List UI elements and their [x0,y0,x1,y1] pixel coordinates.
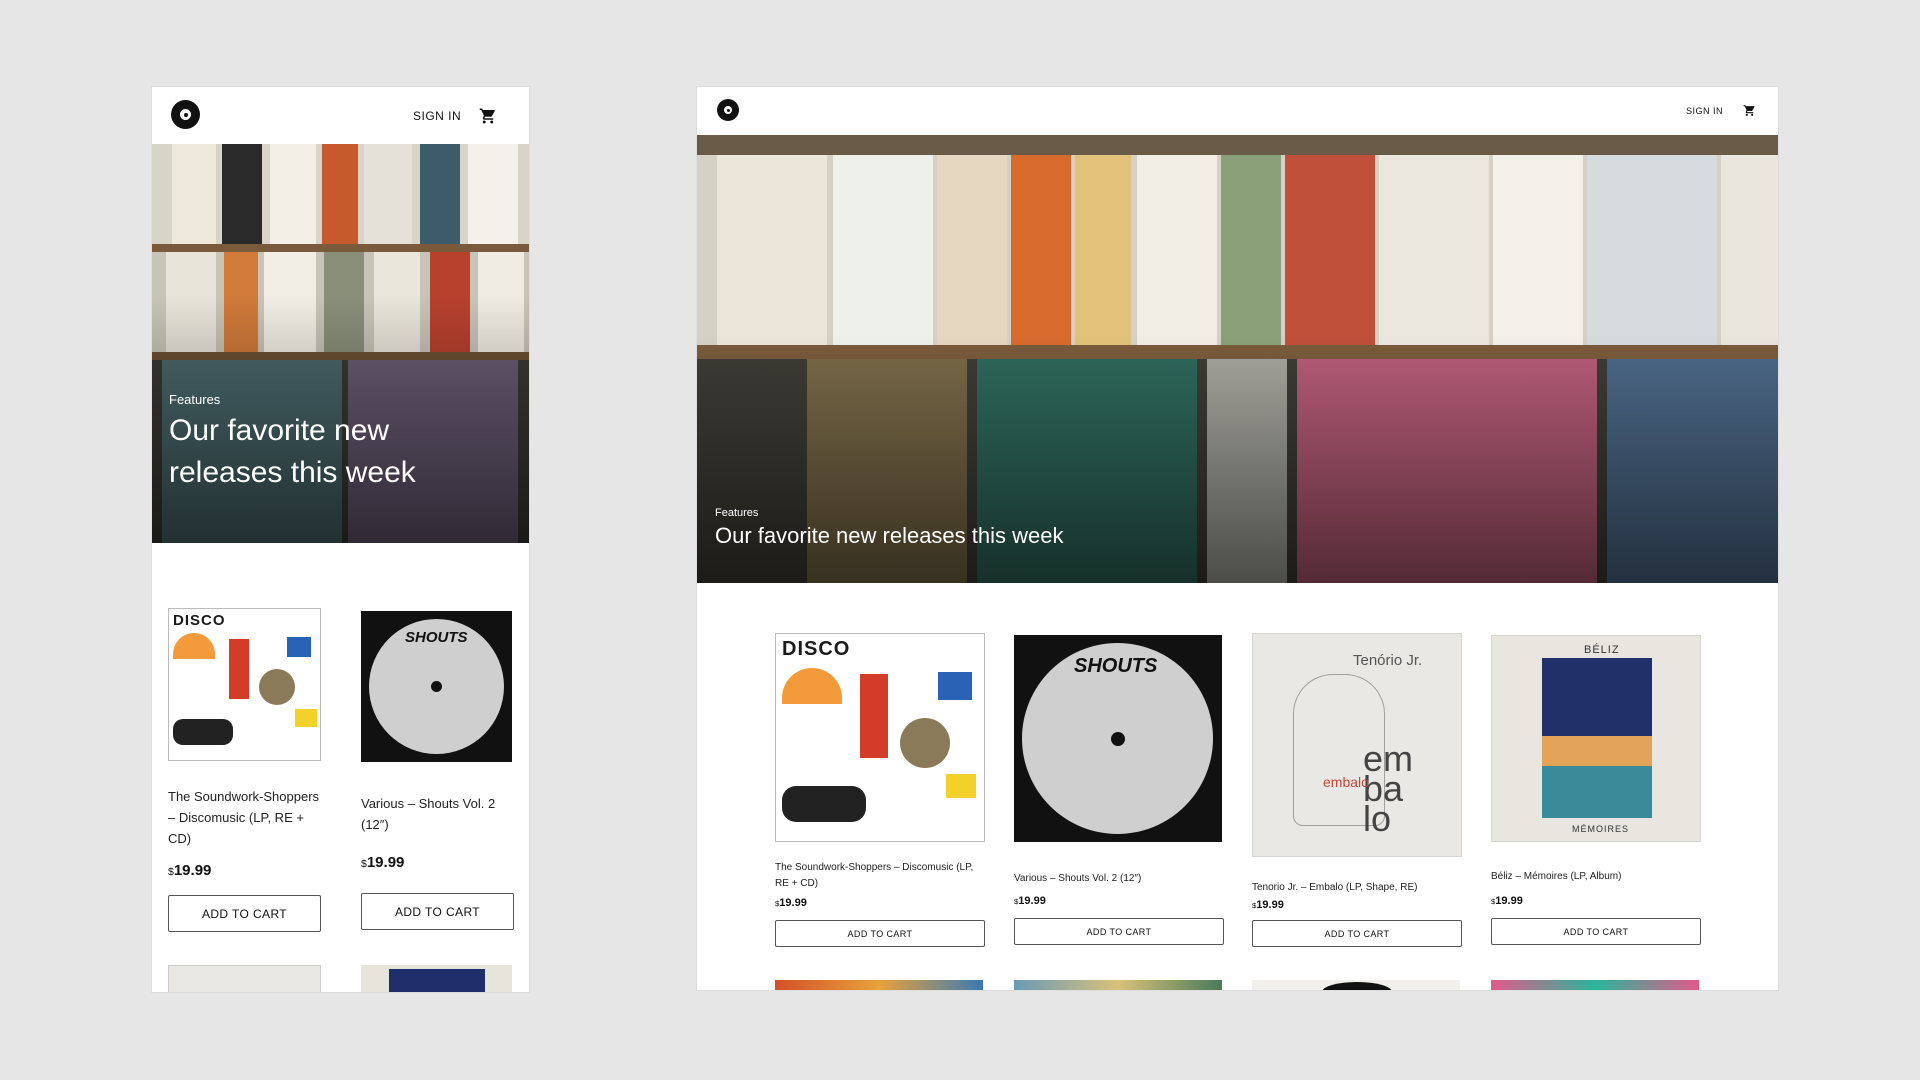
product-card-peek[interactable] [1014,980,1222,990]
product-title[interactable]: The Soundwork-Shoppers – Discomusic (LP,… [775,860,985,892]
hero-kicker: Features [715,507,759,519]
product-price: $19.99 [361,854,405,871]
add-to-cart-button[interactable]: ADD TO CART [1014,918,1224,945]
album-cover[interactable]: SHOUTS [1014,635,1222,842]
product-card[interactable]: SHOUTS Various – Shouts Vol. 2 (12″) $19… [361,608,514,932]
hero-kicker: Features [169,392,221,407]
product-price: $19.99 [1491,895,1523,907]
product-card[interactable]: SHOUTS Various – Shouts Vol. 2 (12″) $19… [1014,633,1224,977]
product-card[interactable]: DISCO The Soundwork-Shoppers – Discomusi… [775,633,985,977]
shopping-cart-icon[interactable] [1743,104,1756,117]
add-to-cart-button[interactable]: ADD TO CART [1491,918,1701,945]
product-card-peek[interactable] [361,965,512,992]
product-card-peek[interactable] [1491,980,1699,990]
product-price: $19.99 [1014,895,1046,907]
album-cover[interactable]: SHOUTS [361,611,512,762]
add-to-cart-button[interactable]: ADD TO CART [775,920,985,947]
add-to-cart-button[interactable]: ADD TO CART [168,895,321,932]
product-card[interactable]: DISCO The Soundwork-Shoppers – Discomusi… [168,608,321,932]
product-title[interactable]: Tenorio Jr. – Embalo (LP, Shape, RE) [1252,880,1462,896]
product-price: $19.99 [1252,899,1284,911]
vinyl-record-logo-icon[interactable] [171,100,200,129]
product-title[interactable]: Various – Shouts Vol. 2 (12″) [361,794,514,836]
product-card[interactable]: BÉLIZ MÉMOIRES Béliz – Mémoires (LP, Alb… [1491,633,1701,977]
album-cover[interactable]: Tenório Jr. em ba lo embalo [1252,633,1462,857]
product-title[interactable]: The Soundwork-Shoppers – Discomusic (LP,… [168,787,321,849]
add-to-cart-button[interactable]: ADD TO CART [361,893,514,930]
product-card-peek[interactable] [168,965,321,992]
hero-banner[interactable]: Features Our favorite new releases this … [152,144,529,543]
desktop-frame: SIGN IN Features Our favorite new releas… [697,87,1778,990]
hero-title: Our favorite new releases this week [715,523,1064,548]
product-card-peek[interactable] [1252,980,1460,990]
product-card[interactable]: Tenório Jr. em ba lo embalo Tenorio Jr. – … [1252,633,1462,977]
album-cover[interactable]: DISCO [775,633,985,842]
vinyl-record-logo-icon[interactable] [717,99,739,121]
product-price: $19.99 [775,897,807,909]
sign-in-link[interactable]: SIGN IN [1686,106,1723,116]
product-price: $19.99 [168,862,212,879]
hero-title: Our favorite new releases this week [169,414,416,489]
album-cover[interactable]: DISCO [168,608,321,761]
product-card-peek[interactable] [775,980,983,990]
shopping-cart-icon[interactable] [479,107,497,125]
mobile-frame: SIGN IN Features Our favorite new releas… [152,87,529,992]
album-cover[interactable]: BÉLIZ MÉMOIRES [1491,635,1701,842]
product-title[interactable]: Various – Shouts Vol. 2 (12″) [1014,871,1224,887]
add-to-cart-button[interactable]: ADD TO CART [1252,920,1462,947]
sign-in-link[interactable]: SIGN IN [413,109,461,123]
hero-banner[interactable]: Features Our favorite new releases this … [697,135,1778,583]
product-title[interactable]: Béliz – Mémoires (LP, Album) [1491,869,1701,885]
